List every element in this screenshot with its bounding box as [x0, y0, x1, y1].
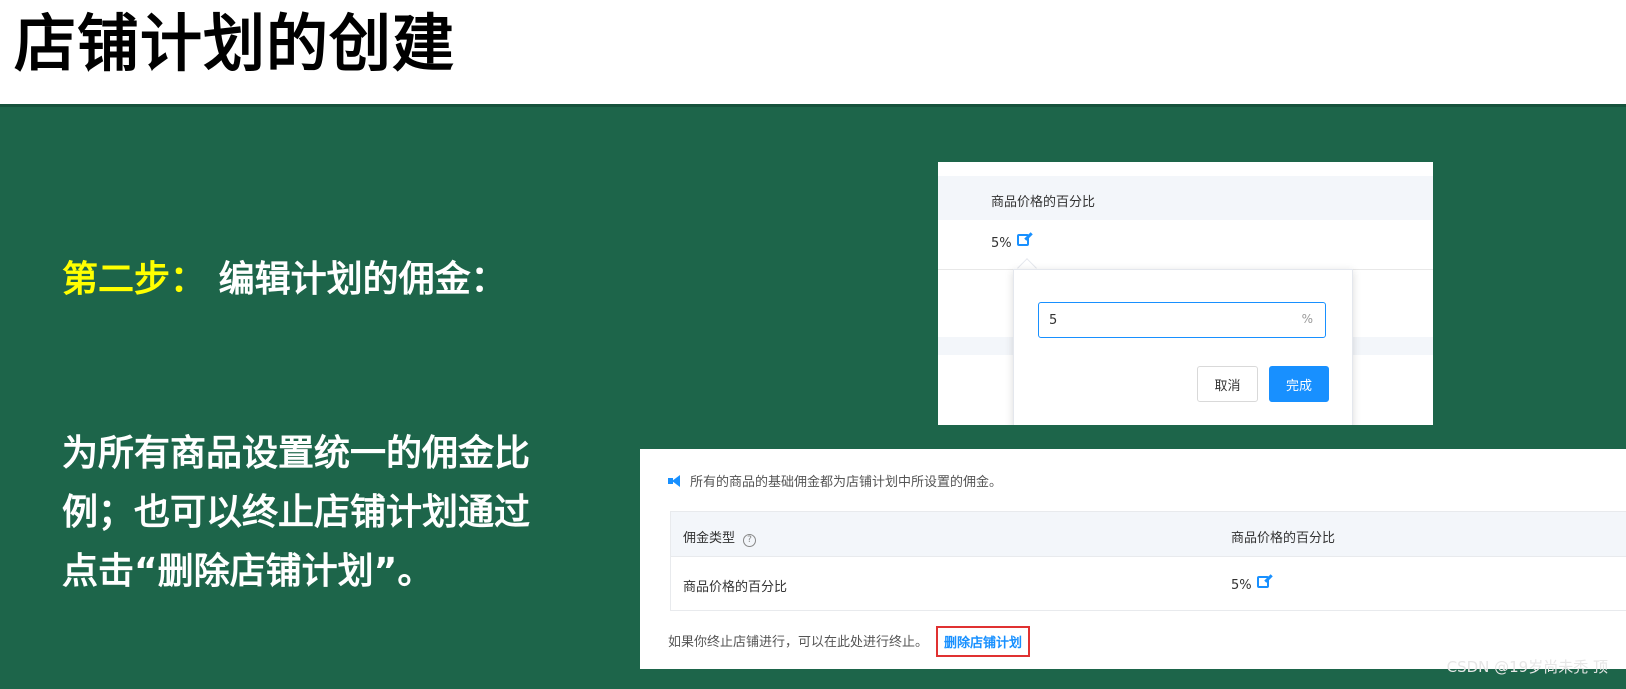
notice-text: 所有的商品的基础佣金都为店铺计划中所设置的佣金。: [690, 475, 1003, 490]
terminate-hint: 如果你终止店铺进行，可以在此处进行终止。 删除店铺计划: [668, 626, 1031, 657]
commission-table: 佣金类型? 商品价格的百分比 商品价格的百分比 5%: [670, 511, 1626, 611]
step-description: 为所有商品设置统一的佣金比例；也可以终止店铺计划通过点击“删除店铺计划”。: [62, 433, 531, 592]
edit-icon[interactable]: [1256, 576, 1269, 588]
percent-suffix: %: [1301, 312, 1313, 326]
cancel-button[interactable]: 取消: [1197, 366, 1258, 402]
step-label: 第二步：: [62, 259, 207, 300]
slide-title: 店铺计划的创建: [14, 7, 456, 80]
commission-value: 5%: [991, 234, 1029, 251]
edit-commission-panel: 商品价格的百分比 5% % 取消 完成: [938, 162, 1433, 425]
column-header-percent: 商品价格的百分比: [1231, 531, 1336, 546]
terminate-hint-text: 如果你终止店铺进行，可以在此处进行终止。: [668, 635, 929, 650]
step-text: 编辑计划的佣金：: [218, 259, 507, 300]
table-cell-percent: 5%: [1231, 576, 1269, 593]
table-header: 商品价格的百分比: [938, 176, 1433, 220]
watermark: CSDN @19岁尚未秃 顶: [1446, 658, 1608, 676]
column-header-percent: 商品价格的百分比: [991, 195, 1096, 210]
percent-input[interactable]: [1049, 303, 1289, 337]
delete-plan-link[interactable]: 删除店铺计划: [944, 636, 1022, 651]
table-cell-percent-value: 5%: [1231, 578, 1252, 593]
edit-popover: % 取消 完成: [1013, 269, 1353, 425]
speaker-icon: [668, 475, 682, 487]
edit-icon[interactable]: [1016, 234, 1029, 246]
percent-input-wrapper: %: [1038, 302, 1326, 338]
notice-bar: 所有的商品的基础佣金都为店铺计划中所设置的佣金。: [668, 471, 1002, 490]
delete-highlight-box: 删除店铺计划: [936, 626, 1031, 657]
help-icon[interactable]: ?: [743, 534, 757, 547]
slide-header: 店铺计划的创建: [0, 0, 1626, 104]
column-header-type-label: 佣金类型: [683, 531, 736, 546]
commission-value-text: 5%: [991, 236, 1012, 251]
column-header-type: 佣金类型?: [683, 527, 757, 547]
step-heading: 第二步： 编辑计划的佣金：: [62, 252, 582, 307]
confirm-button[interactable]: 完成: [1269, 366, 1329, 402]
table-cell-type: 商品价格的百分比: [683, 580, 788, 595]
table-header: 佣金类型? 商品价格的百分比: [671, 512, 1626, 557]
commission-settings-panel: 所有的商品的基础佣金都为店铺计划中所设置的佣金。 佣金类型? 商品价格的百分比 …: [640, 449, 1626, 669]
